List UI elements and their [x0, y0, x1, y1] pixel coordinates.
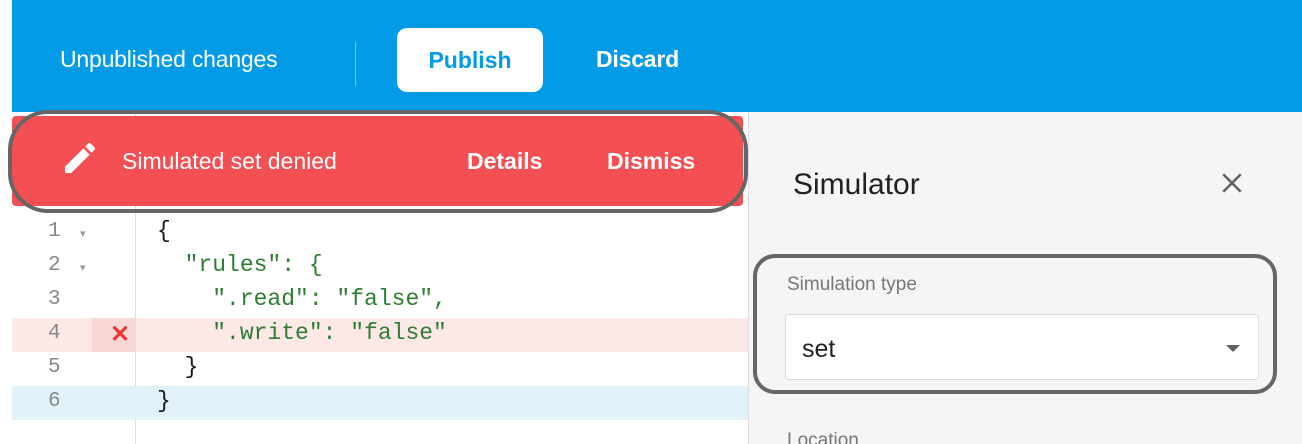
fold-arrow-icon[interactable]: ▾: [80, 227, 86, 240]
banner-message: Simulated set denied: [122, 148, 337, 174]
simulation-type-label: Simulation type: [787, 274, 917, 295]
top-bar: Unpublished changes Publish Discard: [12, 0, 1302, 112]
code-line-5[interactable]: 5 }: [12, 352, 748, 386]
code-line-3[interactable]: 3 ".read": "false",: [12, 284, 748, 318]
unpublished-status: Unpublished changes: [60, 46, 278, 72]
discard-button[interactable]: Discard: [596, 46, 679, 73]
topbar-divider: [355, 42, 356, 86]
left-strip: [0, 0, 12, 444]
dropdown-caret-icon: [1226, 345, 1240, 352]
line-number: 6: [48, 390, 61, 413]
code-line-6-active[interactable]: 6 }: [12, 386, 748, 420]
fold-arrow-icon[interactable]: ▾: [80, 261, 86, 274]
code-text[interactable]: ".write": "false": [157, 320, 447, 346]
simulation-type-select[interactable]: set: [785, 314, 1259, 380]
publish-button[interactable]: Publish: [397, 28, 543, 92]
details-button[interactable]: Details: [467, 148, 542, 175]
code-text[interactable]: }: [157, 354, 199, 380]
panel-title: Simulator: [793, 168, 920, 201]
location-label: Location: [787, 430, 859, 444]
simulation-type-value: set: [802, 335, 836, 363]
simulator-panel: Simulator Simulation type set Location: [748, 112, 1302, 444]
code-text[interactable]: }: [157, 388, 171, 414]
pencil-icon: [65, 142, 96, 173]
close-icon[interactable]: [1217, 168, 1247, 198]
code-line-1[interactable]: 1 ▾ {: [12, 216, 748, 250]
error-x-icon: ✕: [110, 321, 131, 348]
code-line-4-error[interactable]: 4 ✕ ".write": "false": [12, 318, 748, 352]
code-text[interactable]: {: [157, 218, 171, 244]
line-number: 3: [48, 288, 61, 311]
dismiss-button[interactable]: Dismiss: [607, 148, 695, 175]
error-banner: Simulated set denied Details Dismiss: [12, 116, 743, 206]
line-number: 4: [48, 322, 61, 345]
line-number: 5: [48, 356, 61, 379]
code-text[interactable]: ".read": "false",: [157, 286, 447, 312]
code-line-2[interactable]: 2 ▾ "rules": {: [12, 250, 748, 284]
code-text[interactable]: "rules": {: [157, 252, 323, 278]
